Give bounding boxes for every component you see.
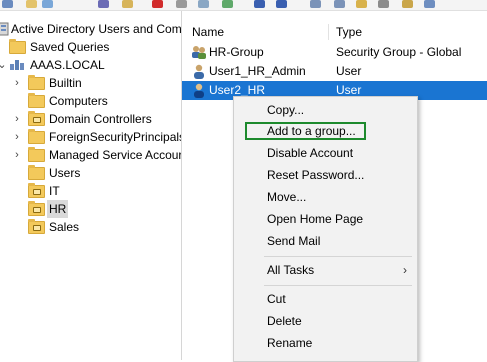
user-icon <box>194 64 204 79</box>
folder-icon <box>28 129 45 144</box>
tree-item-it[interactable]: IT <box>0 182 181 200</box>
menu-item-label: Move... <box>267 190 307 204</box>
menu-separator <box>264 256 412 257</box>
list-row-type: User <box>336 64 362 78</box>
user-icon <box>194 83 204 98</box>
menu-item-reset-password[interactable]: Reset Password... <box>234 165 417 186</box>
menu-item-rename[interactable]: Rename <box>234 333 417 354</box>
chevron-right-icon[interactable]: › <box>12 110 22 128</box>
tree-item-label: AAAS.LOCAL <box>30 58 105 72</box>
menu-item-add-to-group[interactable]: Add to a group... <box>234 121 417 142</box>
new-user-icon[interactable] <box>310 0 321 8</box>
menu-item-delete[interactable]: Delete <box>234 311 417 332</box>
tree-item-label: HR <box>47 200 69 218</box>
tree-item-label: Computers <box>49 94 108 108</box>
delete-icon[interactable] <box>152 0 163 8</box>
toolbar <box>0 0 487 11</box>
help-icon[interactable] <box>254 0 265 8</box>
menu-item-label: Copy... <box>267 103 305 117</box>
copy-icon[interactable] <box>122 0 133 8</box>
tree-item-foreign-security-principals[interactable]: › ForeignSecurityPrincipals <box>0 128 181 146</box>
list-header: Name Type <box>182 23 487 41</box>
menu-item-copy[interactable]: Copy... <box>234 100 417 121</box>
menu-item-label: Open Home Page <box>267 212 364 226</box>
add-to-group-icon[interactable] <box>402 0 413 8</box>
tree-item-label: Sales <box>49 220 80 234</box>
tree-item-domain-controllers[interactable]: › Domain Controllers <box>0 110 181 128</box>
tree-item-builtin[interactable]: › Builtin <box>0 74 181 92</box>
column-header-name[interactable]: Name <box>192 23 224 41</box>
forward-icon[interactable] <box>2 0 13 8</box>
list-row-name: User1_HR_Admin <box>209 64 306 78</box>
menu-item-all-tasks[interactable]: All Tasks › <box>234 260 417 281</box>
tree-item-label: Managed Service Accour <box>49 148 182 162</box>
ou-folder-icon <box>28 183 45 198</box>
list-row[interactable]: HR-Group Security Group - Global <box>182 43 487 62</box>
tree-item-domain[interactable]: ⌄ AAAS.LOCAL <box>0 56 181 74</box>
folder-icon <box>28 93 45 108</box>
tree-item-label: Builtin <box>49 76 82 90</box>
tree-item-label: Saved Queries <box>30 40 110 54</box>
tree-item-label: ForeignSecurityPrincipals <box>49 130 182 144</box>
tree-root[interactable]: Active Directory Users and Com <box>0 20 181 38</box>
tree-item-computers[interactable]: Computers <box>0 92 181 110</box>
ou-folder-icon <box>28 201 45 216</box>
chevron-right-icon[interactable]: › <box>12 128 22 146</box>
folder-up-icon[interactable] <box>26 0 37 8</box>
show-tree-icon[interactable] <box>42 0 53 8</box>
menu-item-send-mail[interactable]: Send Mail <box>234 231 417 252</box>
tree-item-hr[interactable]: HR <box>0 200 181 218</box>
menu-item-disable-account[interactable]: Disable Account <box>234 143 417 164</box>
properties-sheet-icon[interactable] <box>176 0 187 8</box>
chevron-right-icon[interactable]: › <box>12 74 22 92</box>
menu-item-open-home-page[interactable]: Open Home Page <box>234 209 417 230</box>
menu-item-label: All Tasks <box>267 263 315 277</box>
tree-item-sales[interactable]: Sales <box>0 218 181 236</box>
menu-item-label: Rename <box>267 336 313 350</box>
tree-item-label: Users <box>49 166 81 180</box>
folder-icon <box>28 165 45 180</box>
list-row-type: Security Group - Global <box>336 45 462 59</box>
menu-item-label: Delete <box>267 314 302 328</box>
delegate-control-icon[interactable] <box>424 0 435 8</box>
console-tree: Active Directory Users and Com Saved Que… <box>0 11 182 360</box>
new-group-icon[interactable] <box>334 0 345 8</box>
export-list-icon[interactable] <box>198 0 209 8</box>
filter-icon[interactable] <box>378 0 389 8</box>
menu-item-move[interactable]: Move... <box>234 187 417 208</box>
directory-icon <box>0 22 9 36</box>
tree-item-managed-service-accounts[interactable]: › Managed Service Accour <box>0 146 181 164</box>
column-header-type[interactable]: Type <box>336 23 362 41</box>
menu-item-cut[interactable]: Cut <box>234 289 417 310</box>
tree-root-label: Active Directory Users and Com <box>11 22 182 36</box>
refresh-icon[interactable] <box>222 0 233 8</box>
tree-item-label: IT <box>49 184 60 198</box>
chevron-down-icon[interactable]: ⌄ <box>0 56 7 74</box>
new-ou-icon[interactable] <box>356 0 367 8</box>
menu-separator <box>264 285 412 286</box>
folder-icon <box>28 75 45 90</box>
menu-item-label: Reset Password... <box>267 168 365 182</box>
chevron-right-icon: › <box>403 263 407 277</box>
folder-icon <box>28 147 45 162</box>
tree-item-label: Domain Controllers <box>49 112 152 126</box>
ou-folder-icon <box>28 111 45 126</box>
ou-folder-icon <box>28 219 45 234</box>
group-icon <box>192 46 206 59</box>
menu-item-label: Add to a group... <box>267 124 356 138</box>
domain-icon <box>10 60 24 70</box>
chevron-right-icon[interactable]: › <box>12 146 22 164</box>
column-divider[interactable] <box>328 24 329 40</box>
list-row-name: HR-Group <box>209 45 264 59</box>
menu-item-label: Cut <box>267 292 286 306</box>
folder-icon <box>9 39 26 54</box>
tree-item-users[interactable]: Users <box>0 164 181 182</box>
context-menu: Copy... Add to a group... Disable Accoun… <box>233 96 418 362</box>
list-row[interactable]: User1_HR_Admin User <box>182 62 487 81</box>
tree-item-saved-queries[interactable]: Saved Queries <box>0 38 181 56</box>
properties-icon[interactable] <box>98 0 109 8</box>
menu-item-label: Send Mail <box>267 234 321 248</box>
menu-item-label: Disable Account <box>267 146 354 160</box>
help-topics-icon[interactable] <box>276 0 287 8</box>
